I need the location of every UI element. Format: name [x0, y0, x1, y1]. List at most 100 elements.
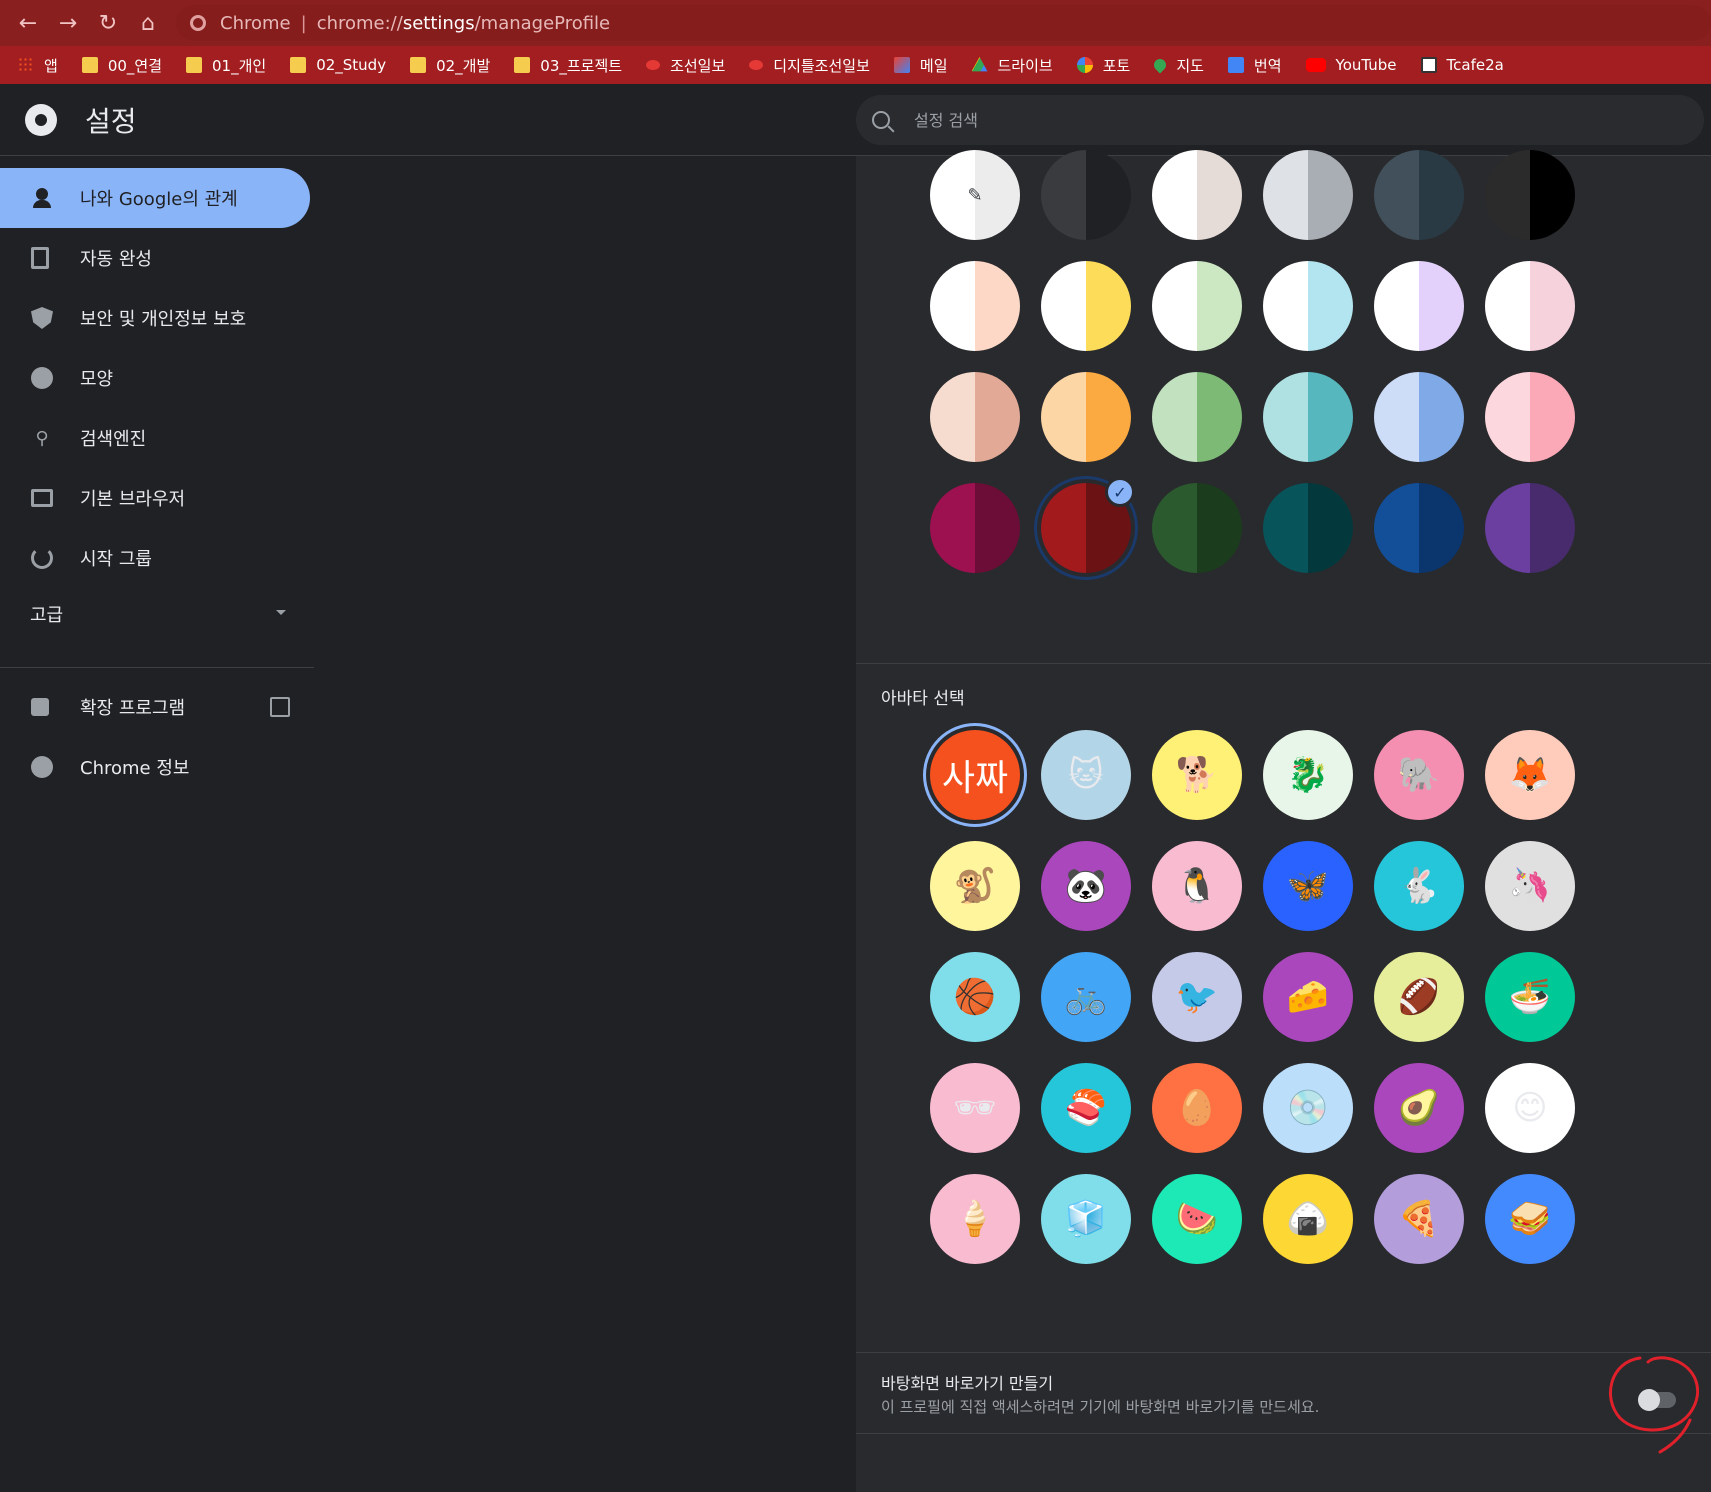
theme-color-swatch[interactable]	[1152, 372, 1242, 462]
search-icon: ⚲	[35, 427, 49, 449]
avatar-cheese[interactable]: 🧀	[1263, 952, 1353, 1042]
avatar-vinyl[interactable]: 💿	[1263, 1063, 1353, 1153]
bookmark-item[interactable]: YouTube	[1305, 56, 1397, 74]
theme-color-swatch[interactable]	[930, 261, 1020, 351]
avatar-unicorn[interactable]: 🦄	[1485, 841, 1575, 931]
bookmark-item[interactable]: 번역	[1227, 55, 1282, 76]
avatar-corgi[interactable]: 🐕	[1152, 730, 1242, 820]
bookmark-item[interactable]: 03_프로젝트	[514, 55, 622, 76]
custom-color-swatch[interactable]: ✎	[930, 150, 1020, 240]
avatar-smile[interactable]: 😊	[1485, 1063, 1575, 1153]
sidebar-item-about-chrome[interactable]: Chrome 정보	[0, 737, 310, 797]
home-icon[interactable]: ⌂	[134, 9, 162, 37]
color-picker-icon: ✎	[967, 184, 983, 206]
avatar-popsicle[interactable]: 🧊	[1041, 1174, 1131, 1264]
sidebar-item-label: 보안 및 개인정보 보호	[80, 309, 247, 330]
drive-icon	[971, 57, 988, 72]
avatar-monogram[interactable]: 사짜	[930, 730, 1020, 820]
sushi-icon: 🍣	[1064, 1088, 1108, 1128]
swatch-right-half	[1197, 372, 1242, 462]
theme-color-swatch[interactable]	[1374, 261, 1464, 351]
theme-color-swatch[interactable]	[1374, 483, 1464, 573]
bookmark-item[interactable]: 메일	[893, 55, 948, 76]
sidebar-item-privacy[interactable]: 보안 및 개인정보 보호	[0, 288, 310, 348]
ice-cream-icon: 🍦	[953, 1199, 997, 1239]
theme-color-swatch[interactable]	[1485, 372, 1575, 462]
bookmark-item[interactable]: 02_개발	[410, 55, 490, 76]
avatar-panda[interactable]: 🐼	[1041, 841, 1131, 931]
bookmark-item[interactable]: 지도	[1151, 55, 1204, 76]
avatar-pizza[interactable]: 🍕	[1374, 1174, 1464, 1264]
theme-color-swatch[interactable]	[1374, 150, 1464, 240]
theme-color-swatch[interactable]	[1374, 372, 1464, 462]
vinyl-icon: 💿	[1286, 1088, 1330, 1128]
avatar-ice-cream[interactable]: 🍦	[930, 1174, 1020, 1264]
theme-color-swatch[interactable]	[1041, 372, 1131, 462]
avatar-football[interactable]: 🏈	[1374, 952, 1464, 1042]
sidebar-item-on-startup[interactable]: 시작 그룹	[0, 528, 310, 588]
cheese-icon: 🧀	[1286, 977, 1330, 1017]
bookmark-item[interactable]: 01_개인	[186, 55, 266, 76]
avatar-dragon[interactable]: 🐉	[1263, 730, 1353, 820]
theme-color-swatch[interactable]	[1263, 372, 1353, 462]
theme-color-swatch[interactable]	[930, 483, 1020, 573]
avatar-onigiri[interactable]: 🍙	[1263, 1174, 1353, 1264]
omnibox[interactable]: Chrome | chrome://settings/manageProfile	[176, 5, 1711, 41]
swatch-right-half	[975, 372, 1020, 462]
theme-color-swatch[interactable]	[1485, 483, 1575, 573]
forward-icon[interactable]: →	[54, 9, 82, 37]
theme-color-swatch[interactable]	[1485, 261, 1575, 351]
back-icon[interactable]: ←	[14, 9, 42, 37]
avatar-bike[interactable]: 🚲	[1041, 952, 1131, 1042]
theme-color-swatch[interactable]	[1041, 261, 1131, 351]
avatar-sushi[interactable]: 🍣	[1041, 1063, 1131, 1153]
bookmark-item[interactable]: 조선일보	[646, 55, 725, 76]
swatch-left-half	[1152, 483, 1197, 573]
avatar-fox[interactable]: 🦊	[1485, 730, 1575, 820]
sidebar-item-label: 시작 그룹	[80, 549, 152, 570]
sidebar-item-you-and-google[interactable]: 나와 Google의 관계	[0, 168, 310, 228]
sidebar-item-appearance[interactable]: 모양	[0, 348, 310, 408]
sidebar-item-autofill[interactable]: 자동 완성	[0, 228, 310, 288]
bookmark-item[interactable]: 드라이브	[971, 55, 1053, 76]
theme-color-swatch[interactable]	[1041, 150, 1131, 240]
bookmark-item[interactable]: 앱	[18, 55, 58, 76]
theme-color-swatch[interactable]	[1263, 261, 1353, 351]
bookmark-item[interactable]: 02_Study	[290, 56, 386, 74]
bookmark-item[interactable]: 포토	[1076, 55, 1130, 76]
avatar-watermelon[interactable]: 🍉	[1152, 1174, 1242, 1264]
theme-color-swatch[interactable]	[1263, 483, 1353, 573]
search-input[interactable]	[914, 110, 1614, 130]
sidebar-item-default-browser[interactable]: 기본 브라우저	[0, 468, 310, 528]
theme-color-swatch[interactable]	[1152, 261, 1242, 351]
avatar-ramen[interactable]: 🍜	[1485, 952, 1575, 1042]
theme-color-swatch[interactable]	[930, 372, 1020, 462]
settings-search[interactable]	[856, 95, 1704, 145]
avatar-sunglasses[interactable]: 🕶	[930, 1063, 1020, 1153]
avatar-butterfly[interactable]: 🦋	[1263, 841, 1353, 931]
sidebar-advanced[interactable]: 고급	[30, 601, 290, 627]
avatar-monkey[interactable]: 🐒	[930, 841, 1020, 931]
theme-color-swatch[interactable]	[1152, 483, 1242, 573]
avatar-basketball[interactable]: 🏀	[930, 952, 1020, 1042]
avatar-sandwich[interactable]: 🥪	[1485, 1174, 1575, 1264]
theme-color-swatch[interactable]	[1152, 150, 1242, 240]
theme-color-swatch[interactable]	[1263, 150, 1353, 240]
reload-icon[interactable]: ↻	[94, 9, 122, 37]
bookmark-item[interactable]: Tcafe2a	[1420, 56, 1504, 74]
sidebar-item-extensions[interactable]: 확장 프로그램	[0, 677, 310, 737]
theme-color-swatch[interactable]	[1485, 150, 1575, 240]
bookmark-label: 디지틀조선일보	[773, 56, 870, 75]
bookmark-item[interactable]: 00_연결	[81, 55, 162, 76]
avatar-tamagotchi[interactable]: 🥚	[1152, 1063, 1242, 1153]
omnibox-separator: |	[300, 12, 307, 34]
avatar-rabbit[interactable]: 🐇	[1374, 841, 1464, 931]
avatar-avocado[interactable]: 🥑	[1374, 1063, 1464, 1153]
bookmark-item[interactable]: 디지틀조선일보	[749, 55, 870, 76]
avatar-penguin[interactable]: 🐧	[1152, 841, 1242, 931]
avatar-elephant[interactable]: 🐘	[1374, 730, 1464, 820]
sidebar-divider	[0, 667, 314, 668]
sidebar-item-search-engine[interactable]: ⚲ 검색엔진	[0, 408, 310, 468]
avatar-bird[interactable]: 🐦	[1152, 952, 1242, 1042]
avatar-cat[interactable]: 🐱	[1041, 730, 1131, 820]
